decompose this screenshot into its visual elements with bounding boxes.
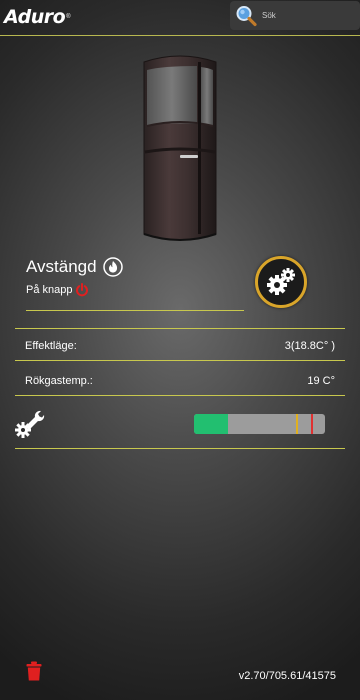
row-flue-temp: Rökgastemp.: 19 C° bbox=[15, 365, 345, 395]
row-divider bbox=[15, 328, 345, 329]
row-value: 19 C° bbox=[307, 375, 335, 387]
marker-red bbox=[310, 414, 313, 434]
trash-icon[interactable] bbox=[26, 661, 42, 681]
status-title: Avstängd bbox=[26, 257, 97, 276]
marker-yellow bbox=[296, 414, 299, 434]
status-subtitle: På knapp bbox=[26, 284, 73, 296]
search-placeholder: Sök bbox=[262, 11, 276, 20]
search-input[interactable]: Sök bbox=[230, 1, 360, 30]
logo-text: Aduro bbox=[4, 6, 66, 28]
logo-registered-mark: ® bbox=[66, 14, 71, 20]
row-value: 3(18.8C° ) bbox=[284, 340, 335, 352]
row-label: Effektläge: bbox=[25, 340, 77, 352]
power-icon bbox=[76, 283, 89, 297]
flame-icon bbox=[102, 257, 123, 277]
aduro-logo: Aduro ® bbox=[4, 6, 71, 28]
version-text: v2.70/705.61/41575 bbox=[238, 670, 336, 682]
gears-icon bbox=[267, 268, 295, 295]
status-divider bbox=[26, 310, 244, 311]
header-divider bbox=[0, 35, 360, 36]
row-divider bbox=[15, 448, 345, 449]
search-icon bbox=[236, 6, 257, 27]
header: Aduro ® Sök bbox=[0, 0, 360, 34]
row-divider bbox=[15, 395, 345, 396]
settings-button[interactable] bbox=[255, 256, 307, 308]
stove-status: Avstängd På knapp bbox=[26, 257, 123, 297]
row-divider bbox=[15, 360, 345, 361]
row-effect-level: Effektläge: 3(18.8C° ) bbox=[15, 330, 345, 360]
stove-image bbox=[143, 55, 217, 241]
progress-fill bbox=[194, 414, 229, 434]
row-label: Rökgastemp.: bbox=[25, 375, 93, 387]
maintenance-progress-bar bbox=[194, 414, 325, 434]
wrench-gear-icon[interactable] bbox=[13, 408, 45, 440]
